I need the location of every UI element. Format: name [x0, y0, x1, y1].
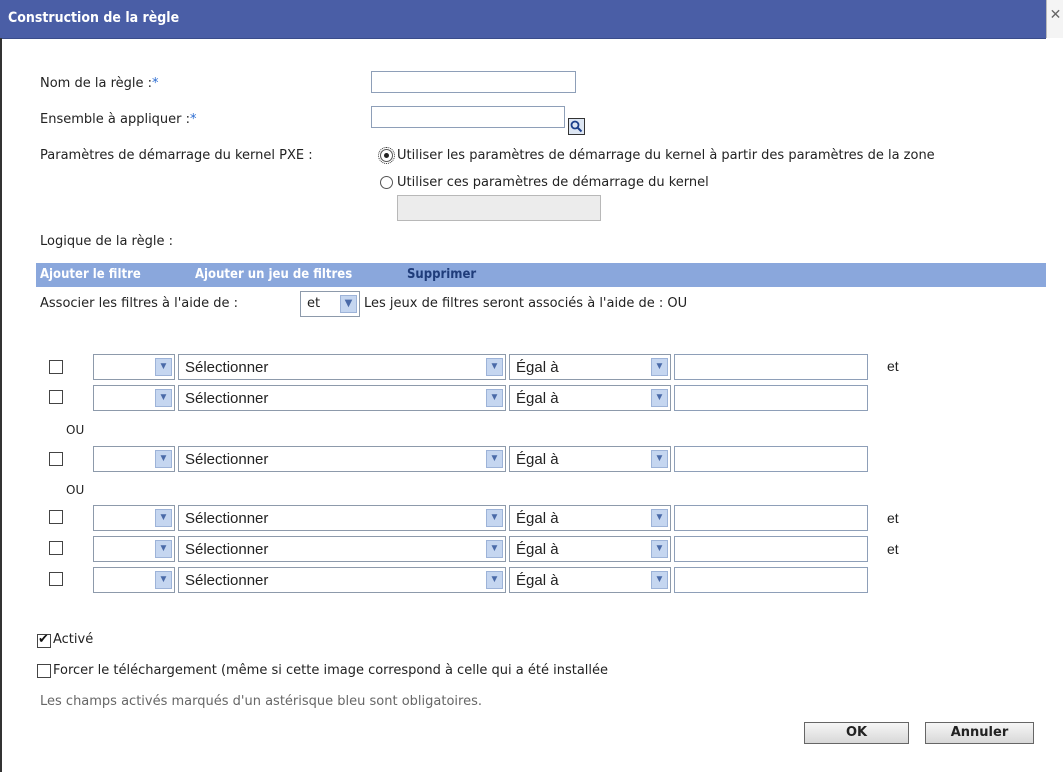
filter-field-select[interactable]: Sélectionner ▼ [178, 536, 506, 562]
kernel-zone-radio[interactable] [378, 147, 395, 164]
filter-field-select[interactable]: Sélectionner ▼ [178, 354, 506, 380]
row-and-label: et [887, 510, 899, 526]
filter-prefix-select[interactable]: ▼ [93, 354, 175, 380]
kernel-custom-option-label: Utiliser ces paramètres de démarrage du … [397, 175, 709, 190]
filter-operator-select[interactable]: Égal à ▼ [509, 446, 671, 472]
kernel-params-label: Paramètres de démarrage du kernel PXE : [40, 148, 313, 163]
filter-operator-select[interactable]: Égal à ▼ [509, 505, 671, 531]
chevron-down-icon: ▼ [155, 389, 172, 407]
chevron-down-icon: ▼ [486, 389, 503, 407]
filter-value-input[interactable] [674, 536, 868, 562]
filter-row-checkbox[interactable] [49, 452, 63, 466]
required-asterisk: * [190, 112, 197, 127]
filter-operator-select[interactable]: Égal à ▼ [509, 354, 671, 380]
force-download-checkbox[interactable] [37, 664, 51, 678]
filter-row-checkbox[interactable] [49, 360, 63, 374]
chevron-down-icon: ▼ [651, 571, 668, 589]
chevron-down-icon: ▼ [651, 540, 668, 558]
dialog-title-bar: Construction de la règle [0, 0, 1046, 39]
chevron-down-icon: ▼ [486, 540, 503, 558]
required-fields-note: Les champs activés marqués d'un astérisq… [40, 694, 482, 709]
filter-row-checkbox[interactable] [49, 572, 63, 586]
filter-field-select[interactable]: Sélectionner ▼ [178, 505, 506, 531]
or-separator: OU [66, 423, 85, 437]
row-and-label: et [887, 541, 899, 557]
rule-name-label: Nom de la règle :* [40, 76, 159, 91]
filter-value-input[interactable] [674, 354, 868, 380]
filter-value-input[interactable] [674, 567, 868, 593]
chevron-down-icon: ▼ [155, 509, 172, 527]
filter-value-input[interactable] [674, 446, 868, 472]
chevron-down-icon: ▼ [340, 295, 357, 313]
filter-sets-note: Les jeux de filtres seront associés à l'… [364, 296, 688, 311]
filter-toolbar: Ajouter le filtre Ajouter un jeu de filt… [36, 263, 1046, 287]
filter-operator-select[interactable]: Égal à ▼ [509, 567, 671, 593]
rule-name-input[interactable] [371, 71, 576, 93]
filter-prefix-select[interactable]: ▼ [93, 567, 175, 593]
chevron-down-icon: ▼ [651, 358, 668, 376]
associate-filters-label: Associer les filtres à l'aide de : [40, 296, 239, 311]
delete-link[interactable]: Supprimer [407, 267, 476, 282]
filter-prefix-select[interactable]: ▼ [93, 385, 175, 411]
filter-prefix-select[interactable]: ▼ [93, 536, 175, 562]
filter-operator-select[interactable]: Égal à ▼ [509, 536, 671, 562]
chevron-down-icon: ▼ [486, 450, 503, 468]
enabled-label: Activé [53, 632, 94, 647]
set-input[interactable] [371, 106, 565, 128]
associate-operator-select[interactable]: et ▼ [300, 291, 360, 317]
kernel-zone-option-label: Utiliser les paramètres de démarrage du … [397, 148, 935, 163]
force-download-label: Forcer le téléchargement (même si cette … [53, 663, 609, 678]
chevron-down-icon: ▼ [155, 450, 172, 468]
close-icon[interactable]: ✕ [1046, 0, 1063, 38]
chevron-down-icon: ▼ [486, 358, 503, 376]
filter-row-checkbox[interactable] [49, 541, 63, 555]
ok-button[interactable]: OK [804, 722, 909, 744]
add-filter-link[interactable]: Ajouter le filtre [40, 267, 141, 282]
kernel-custom-radio[interactable] [380, 176, 393, 189]
filter-row-checkbox[interactable] [49, 390, 63, 404]
required-asterisk: * [152, 76, 159, 91]
chevron-down-icon: ▼ [155, 540, 172, 558]
filter-value-input[interactable] [674, 505, 868, 531]
chevron-down-icon: ▼ [155, 358, 172, 376]
add-filter-set-link[interactable]: Ajouter un jeu de filtres [195, 267, 352, 282]
or-separator: OU [66, 483, 85, 497]
kernel-params-input [397, 195, 601, 221]
filter-field-select[interactable]: Sélectionner ▼ [178, 385, 506, 411]
filter-field-select[interactable]: Sélectionner ▼ [178, 446, 506, 472]
filter-row-checkbox[interactable] [49, 510, 63, 524]
row-and-label: et [887, 358, 899, 374]
search-icon[interactable] [568, 118, 585, 135]
cancel-button[interactable]: Annuler [925, 722, 1034, 744]
chevron-down-icon: ▼ [486, 509, 503, 527]
enabled-checkbox[interactable] [37, 632, 51, 648]
chevron-down-icon: ▼ [651, 450, 668, 468]
filter-prefix-select[interactable]: ▼ [93, 505, 175, 531]
rule-logic-label: Logique de la règle : [40, 234, 173, 249]
dialog-title: Construction de la règle [8, 10, 180, 26]
filter-operator-select[interactable]: Égal à ▼ [509, 385, 671, 411]
filter-value-input[interactable] [674, 385, 868, 411]
chevron-down-icon: ▼ [651, 389, 668, 407]
dialog-left-border [0, 38, 2, 772]
chevron-down-icon: ▼ [651, 509, 668, 527]
chevron-down-icon: ▼ [155, 571, 172, 589]
filter-prefix-select[interactable]: ▼ [93, 446, 175, 472]
filter-field-select[interactable]: Sélectionner ▼ [178, 567, 506, 593]
set-label: Ensemble à appliquer :* [40, 112, 197, 127]
chevron-down-icon: ▼ [486, 571, 503, 589]
